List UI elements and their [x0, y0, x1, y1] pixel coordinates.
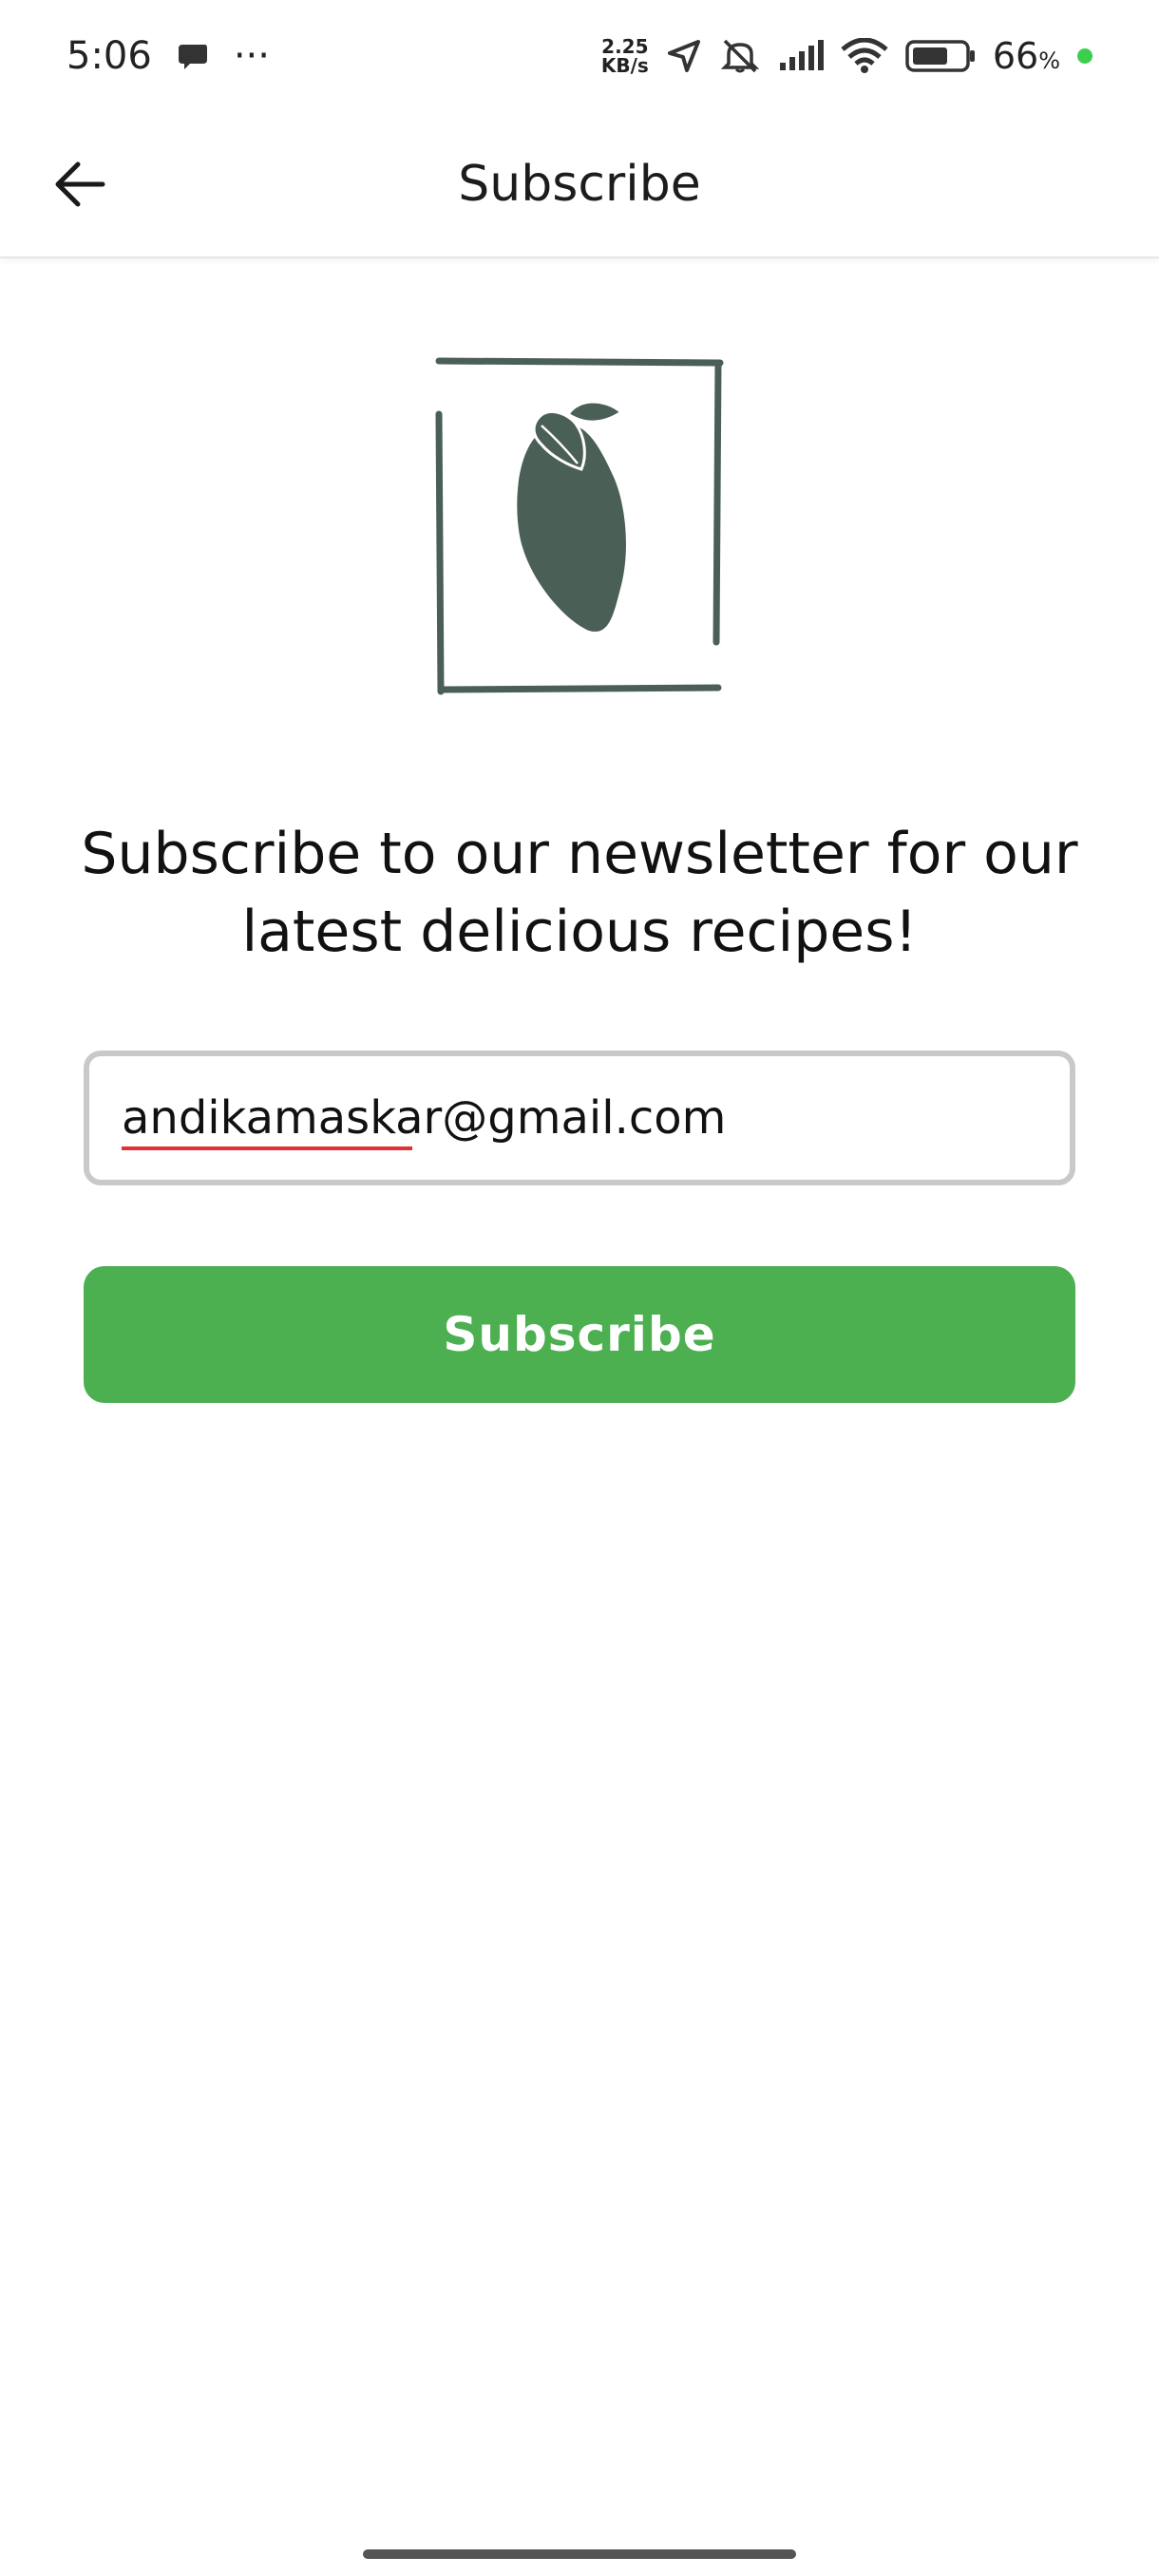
status-time: 5:06 [66, 34, 152, 78]
wifi-icon [841, 38, 888, 74]
location-arrow-icon [666, 38, 702, 74]
status-bar: 5:06 ··· 2.25 KB/s 66% [0, 0, 1159, 112]
status-more: ··· [233, 34, 270, 78]
subscribe-button[interactable]: Subscribe [84, 1266, 1075, 1403]
app-bar: Subscribe [0, 112, 1159, 258]
battery-percent-value: 66 [992, 35, 1039, 77]
email-field[interactable]: andikamaskar@gmail.com [84, 1051, 1075, 1185]
newsletter-headline: Subscribe to our newsletter for our late… [81, 821, 1078, 965]
email-text: andikamaskar@gmail.com [122, 1091, 727, 1145]
signal-icon [778, 40, 824, 72]
lemon-leaf-logo-icon [435, 357, 724, 695]
status-bar-left: 5:06 ··· [66, 34, 270, 78]
page-title: Subscribe [458, 156, 701, 213]
status-bar-right: 2.25 KB/s 66% [601, 35, 1092, 77]
network-speed-unit: KB/s [600, 54, 649, 77]
bell-off-icon [719, 37, 761, 75]
network-speed-value: 2.25 [601, 35, 649, 58]
battery-percent-symbol: % [1038, 47, 1060, 74]
chat-bubble-icon [177, 41, 209, 71]
battery-icon [905, 39, 976, 73]
charging-dot-icon [1077, 48, 1092, 64]
spellcheck-underline [122, 1146, 412, 1150]
arrow-left-icon [55, 161, 105, 207]
battery-percent: 66% [993, 35, 1060, 77]
network-speed: 2.25 KB/s [601, 37, 649, 75]
home-indicator[interactable] [363, 2549, 796, 2559]
email-input-value: andikamaskar@gmail.com [122, 1091, 727, 1150]
back-button[interactable] [44, 148, 116, 220]
